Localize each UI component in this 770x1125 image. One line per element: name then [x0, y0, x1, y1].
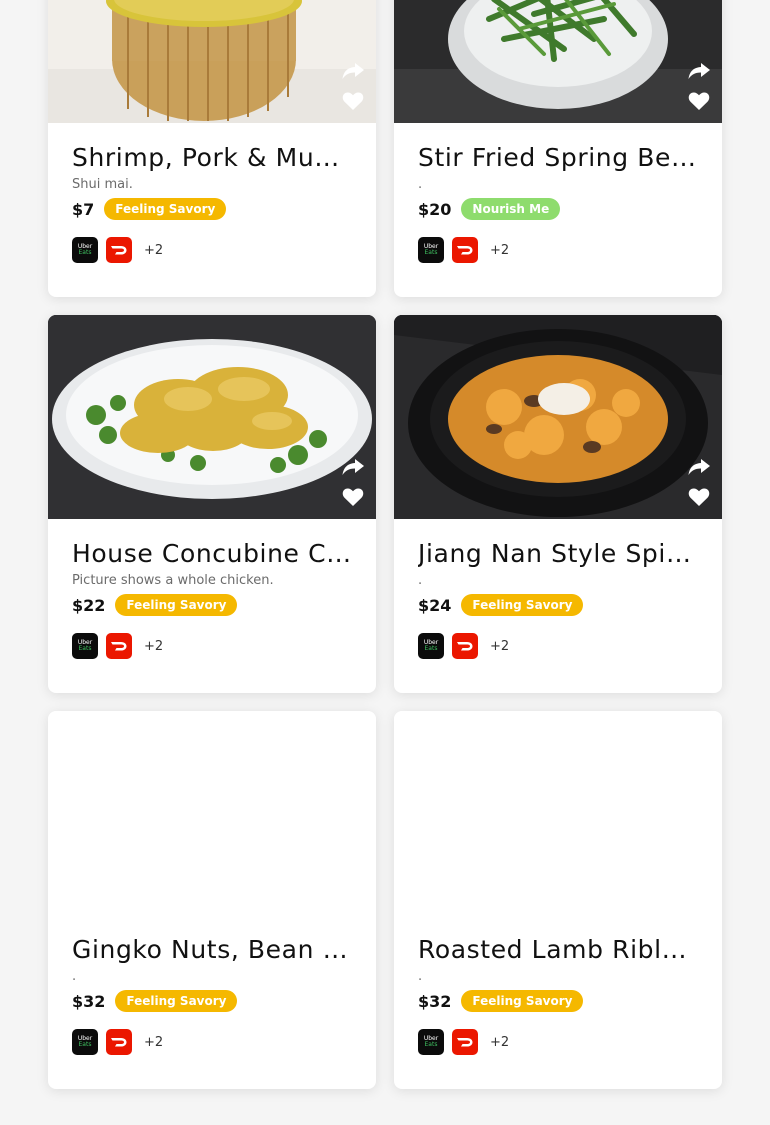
dish-card[interactable]: Jiang Nan Style Spic… . $24 Feeling Savo…: [394, 315, 722, 693]
doordash-icon[interactable]: [452, 633, 478, 659]
uber-eats-icon[interactable]: Uber Eats: [418, 237, 444, 263]
dish-card[interactable]: Roasted Lamb Rible… . $32 Feeling Savory…: [394, 711, 722, 1089]
photo-actions: [686, 59, 712, 113]
uber-eats-line2: Eats: [78, 249, 92, 256]
share-arrow-icon[interactable]: [687, 455, 711, 479]
dish-description: .: [72, 969, 77, 984]
dish-photo-placeholder[interactable]: [48, 711, 376, 915]
delivery-options: Uber Eats +2: [72, 237, 352, 263]
heart-icon[interactable]: [687, 89, 711, 113]
doordash-icon[interactable]: [452, 237, 478, 263]
dish-card[interactable]: House Concubine C… Picture shows a whole…: [48, 315, 376, 693]
dish-photo[interactable]: [394, 315, 722, 519]
heart-icon[interactable]: [341, 89, 365, 113]
dish-price: $24: [418, 595, 452, 615]
heart-icon[interactable]: [341, 485, 365, 509]
delivery-options: Uber Eats +2: [72, 633, 352, 659]
mood-tag[interactable]: Feeling Savory: [461, 990, 584, 1012]
dish-price: $7: [72, 199, 95, 219]
mood-tag[interactable]: Feeling Savory: [461, 594, 584, 616]
uber-eats-icon[interactable]: Uber Eats: [72, 633, 98, 659]
dish-title[interactable]: Jiang Nan Style Spic…: [418, 539, 698, 569]
dish-title[interactable]: Roasted Lamb Rible…: [418, 935, 698, 965]
dish-price: $32: [72, 991, 106, 1011]
doordash-icon[interactable]: [106, 1029, 132, 1055]
dish-photo[interactable]: [48, 315, 376, 519]
dish-description: .: [418, 969, 423, 984]
dish-price: $32: [418, 991, 452, 1011]
mood-tag[interactable]: Nourish Me: [461, 198, 561, 220]
share-arrow-icon[interactable]: [341, 59, 365, 83]
delivery-options: Uber Eats +2: [418, 237, 698, 263]
more-delivery-options[interactable]: +2: [144, 639, 163, 654]
share-arrow-icon[interactable]: [341, 455, 365, 479]
doordash-icon[interactable]: [106, 237, 132, 263]
dish-photo[interactable]: [48, 0, 376, 123]
dish-card[interactable]: Gingko Nuts, Bean … . $32 Feeling Savory…: [48, 711, 376, 1089]
dish-title[interactable]: Gingko Nuts, Bean …: [72, 935, 352, 965]
dish-photo[interactable]: [394, 0, 722, 123]
delivery-options: Uber Eats +2: [418, 633, 698, 659]
mood-tag[interactable]: Feeling Savory: [115, 990, 238, 1012]
dish-title[interactable]: Stir Fried Spring Be…: [418, 143, 698, 173]
dish-price: $20: [418, 199, 452, 219]
doordash-icon[interactable]: [106, 633, 132, 659]
photo-actions: [686, 455, 712, 509]
dish-photo-placeholder[interactable]: [394, 711, 722, 915]
uber-eats-icon[interactable]: Uber Eats: [418, 1029, 444, 1055]
more-delivery-options[interactable]: +2: [144, 243, 163, 258]
dish-card[interactable]: Shrimp, Pork & Mus… Shui mai. $7 Feeling…: [48, 0, 376, 297]
mood-tag[interactable]: Feeling Savory: [104, 198, 227, 220]
dish-card[interactable]: Stir Fried Spring Be… . $20 Nourish Me U…: [394, 0, 722, 297]
uber-eats-line2: Eats: [78, 645, 92, 652]
dish-price: $22: [72, 595, 106, 615]
dish-description: .: [418, 573, 423, 588]
uber-eats-line2: Eats: [424, 645, 438, 652]
photo-actions: [340, 59, 366, 113]
photo-actions: [340, 455, 366, 509]
uber-eats-icon[interactable]: Uber Eats: [72, 1029, 98, 1055]
mood-tag[interactable]: Feeling Savory: [115, 594, 238, 616]
dish-description: Picture shows a whole chicken.: [72, 573, 274, 588]
dish-title[interactable]: House Concubine C…: [72, 539, 352, 569]
uber-eats-icon[interactable]: Uber Eats: [72, 237, 98, 263]
more-delivery-options[interactable]: +2: [490, 1035, 509, 1050]
share-arrow-icon[interactable]: [687, 59, 711, 83]
uber-eats-line2: Eats: [424, 1041, 438, 1048]
uber-eats-line2: Eats: [78, 1041, 92, 1048]
uber-eats-line2: Eats: [424, 249, 438, 256]
uber-eats-icon[interactable]: Uber Eats: [418, 633, 444, 659]
dish-grid: Shrimp, Pork & Mus… Shui mai. $7 Feeling…: [48, 0, 722, 1089]
more-delivery-options[interactable]: +2: [144, 1035, 163, 1050]
dish-title[interactable]: Shrimp, Pork & Mus…: [72, 143, 352, 173]
dish-description: Shui mai.: [72, 177, 133, 192]
delivery-options: Uber Eats +2: [418, 1029, 698, 1055]
more-delivery-options[interactable]: +2: [490, 639, 509, 654]
delivery-options: Uber Eats +2: [72, 1029, 352, 1055]
more-delivery-options[interactable]: +2: [490, 243, 509, 258]
doordash-icon[interactable]: [452, 1029, 478, 1055]
heart-icon[interactable]: [687, 485, 711, 509]
dish-description: .: [418, 177, 423, 192]
